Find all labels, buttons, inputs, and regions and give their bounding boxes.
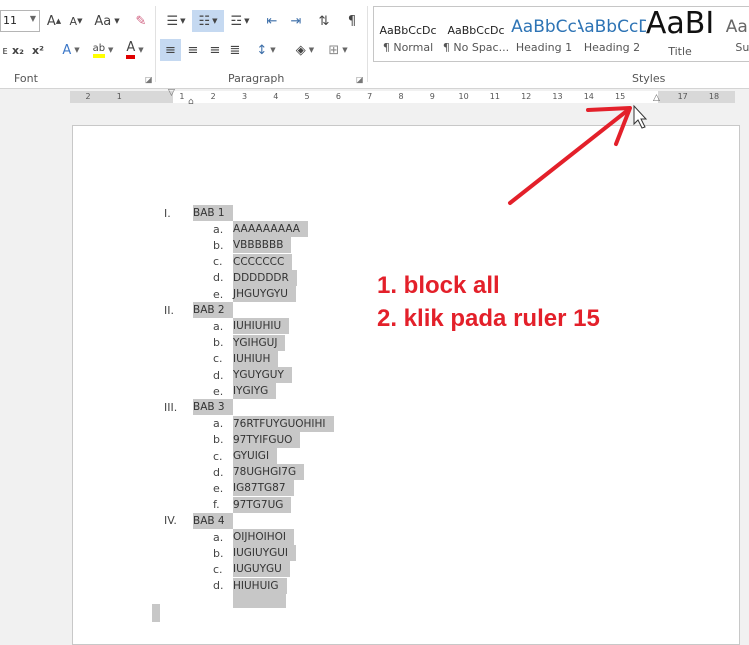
red-arrow-annotation <box>508 104 648 205</box>
mouse-cursor-icon <box>633 104 648 129</box>
